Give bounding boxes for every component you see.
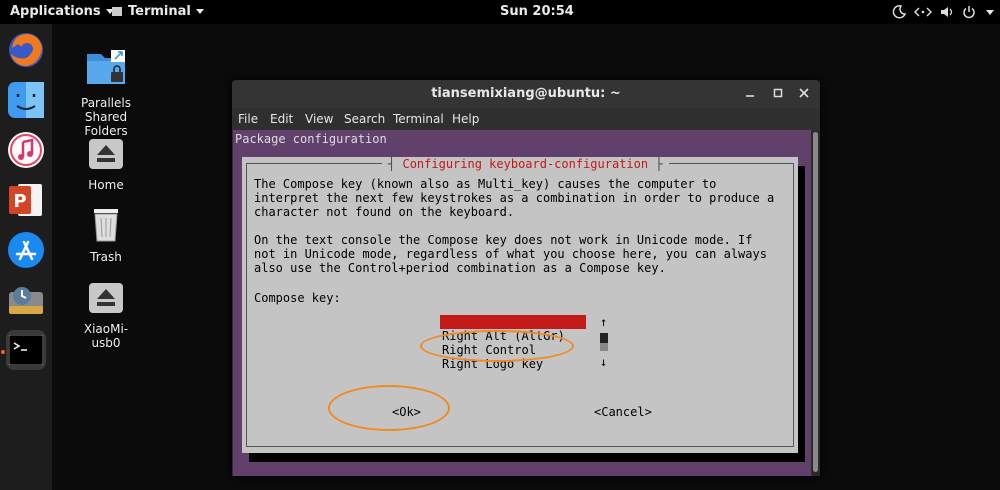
- description-line: not in Unicode mode, regardless of what …: [254, 247, 767, 261]
- maximize-icon[interactable]: [770, 86, 786, 102]
- desktop-icon-label: Trash: [90, 250, 122, 264]
- desktop-icon-parallels-shared-folders[interactable]: Parallels Shared Folders: [66, 48, 146, 138]
- volume-icon[interactable]: [940, 5, 954, 19]
- close-icon[interactable]: [796, 86, 812, 102]
- scroll-up-arrow-icon: ↑: [600, 315, 608, 329]
- option-no-compose-key[interactable]: No compose key: [440, 315, 586, 329]
- backup-icon[interactable]: [6, 280, 46, 320]
- menu-edit[interactable]: Edit: [270, 112, 293, 126]
- firefox-icon[interactable]: [6, 30, 46, 70]
- drive-icon: [89, 139, 123, 169]
- description-line: On the text console the Compose key does…: [254, 233, 753, 247]
- scroll-down-arrow-icon: ↓: [600, 355, 608, 369]
- desktop-icon-home[interactable]: Home: [66, 138, 146, 192]
- dock: P: [0, 24, 52, 490]
- app-store-icon[interactable]: [6, 230, 46, 270]
- config-dialog: ┤ Configuring keyboard-configuration ├ T…: [242, 157, 798, 453]
- desktop-icon-xiaomi-usb0[interactable]: XiaoMi- usb0: [66, 282, 146, 350]
- terminal-scrollbar-thumb[interactable]: [813, 132, 818, 472]
- description-line: also use the Control+period combination …: [254, 261, 666, 275]
- menu-bar: File Edit View Search Terminal Help: [232, 108, 820, 130]
- compose-key-prompt: Compose key:: [254, 291, 341, 305]
- terminal-window: tiansemixiang@ubuntu: ~ File Edit View S…: [232, 80, 820, 476]
- trash-icon: [94, 209, 118, 242]
- minimize-icon[interactable]: [742, 86, 758, 102]
- top-bar: Applications Terminal Sun 20:54: [0, 0, 1000, 24]
- usb-drive-icon: [89, 283, 123, 313]
- network-icon[interactable]: [914, 5, 932, 19]
- package-configuration-header: Package configuration: [235, 132, 387, 146]
- description-line: interpret the next few keystrokes as a c…: [254, 191, 775, 205]
- svg-text:P: P: [13, 191, 26, 212]
- finder-icon[interactable]: [6, 80, 46, 120]
- highlight-ring-right-alt: [420, 330, 574, 362]
- menu-file[interactable]: File: [238, 112, 258, 126]
- desktop-icon-label: XiaoMi- usb0: [83, 322, 129, 350]
- terminal-scrollbar[interactable]: [812, 130, 819, 476]
- menu-help[interactable]: Help: [452, 112, 479, 126]
- chevron-down-icon: [195, 9, 204, 14]
- window-title: tiansemixiang@ubuntu: ~: [431, 86, 621, 101]
- itunes-icon[interactable]: [6, 130, 46, 170]
- active-app-menu[interactable]: Terminal: [112, 4, 204, 19]
- power-icon[interactable]: [962, 5, 976, 19]
- window-titlebar[interactable]: tiansemixiang@ubuntu: ~: [232, 80, 820, 108]
- description-line: character not found on the keyboard.: [254, 205, 515, 219]
- night-light-icon[interactable]: [892, 5, 906, 19]
- menu-search[interactable]: Search: [344, 112, 385, 126]
- powerpoint-icon[interactable]: P: [6, 180, 46, 220]
- applications-menu[interactable]: Applications: [10, 4, 114, 19]
- shared-folder-icon: [87, 50, 125, 84]
- desktop-icon-label: Parallels Shared Folders: [81, 96, 131, 138]
- dialog-title: ┤ Configuring keyboard-configuration ├: [382, 157, 669, 171]
- scroll-track: [600, 343, 608, 351]
- scroll-thumb: [600, 333, 608, 343]
- system-menu-chevron-icon[interactable]: [986, 10, 994, 15]
- terminal-area[interactable]: Package configuration ┤ Configuring keyb…: [233, 130, 811, 476]
- description-line: The Compose key (known also as Multi_key…: [254, 177, 717, 191]
- menu-view[interactable]: View: [305, 112, 333, 126]
- terminal-small-icon: [112, 7, 122, 16]
- desktop-icon-trash[interactable]: Trash: [66, 206, 146, 264]
- highlight-ring-ok: [328, 385, 450, 431]
- terminal-icon[interactable]: [6, 330, 46, 370]
- desktop-icon-label: Home: [88, 178, 124, 192]
- menu-terminal[interactable]: Terminal: [393, 112, 444, 126]
- clock[interactable]: Sun 20:54: [500, 4, 574, 19]
- running-indicator: [1, 350, 5, 354]
- cancel-button[interactable]: <Cancel>: [594, 405, 652, 419]
